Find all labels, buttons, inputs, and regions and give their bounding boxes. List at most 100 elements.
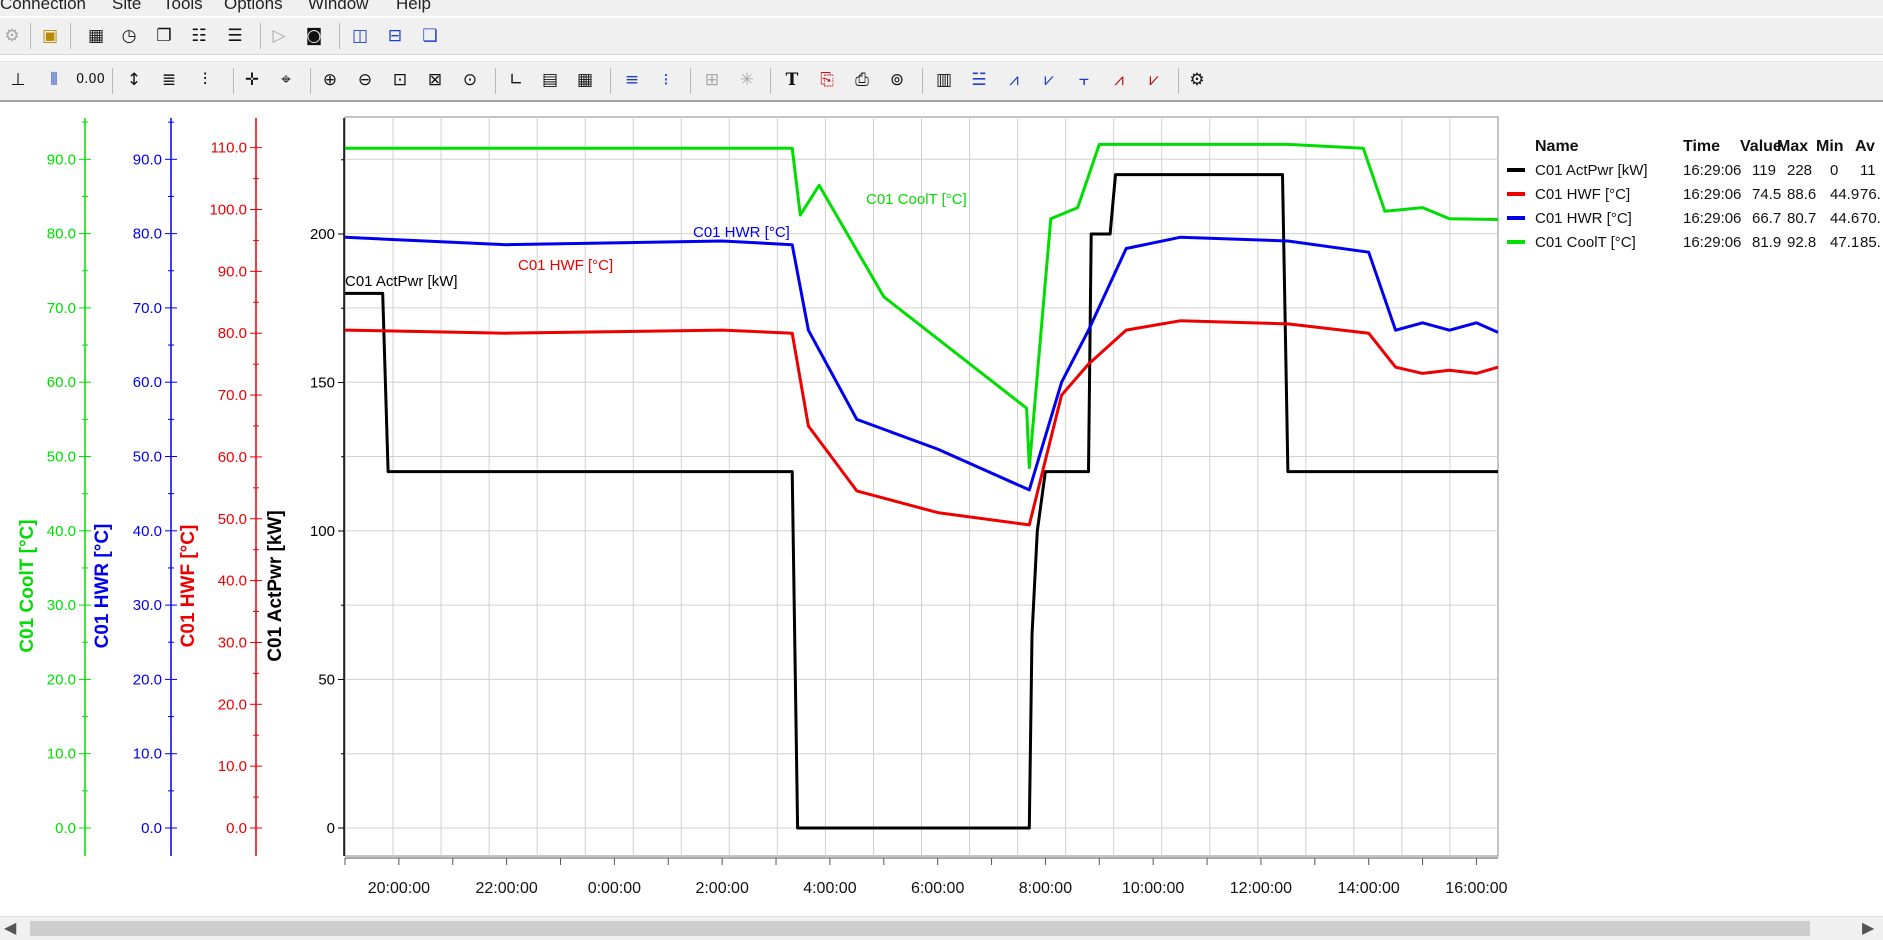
play-icon[interactable]: ▷ — [267, 24, 291, 48]
y-tick-label: 30.0 — [218, 634, 247, 651]
list-numbered-icon[interactable]: ☱ — [967, 68, 991, 92]
y-axis-1: 0.0 10.0 20.0 30.0 40.0 50.0 60.0 70.0 80.0 90.0 — [133, 118, 177, 856]
y-tick-label: 10.0 — [218, 758, 247, 775]
menu-window[interactable]: Window — [308, 0, 368, 14]
legend-time: 16:29:06 — [1683, 234, 1741, 251]
chart-type-1-icon[interactable]: ⩘ — [1002, 68, 1026, 92]
menu-tools[interactable]: Tools — [163, 0, 203, 14]
scroll-thumb[interactable] — [30, 921, 1810, 936]
legend-value: 119 — [1752, 162, 1776, 179]
horizontal-scrollbar[interactable]: ◀ ▶ — [0, 916, 1883, 940]
asterisk-disabled-icon[interactable]: ✳ — [735, 68, 759, 92]
export-icon[interactable]: ⎘ — [815, 68, 839, 92]
legend-header: Value — [1740, 138, 1782, 155]
scroll-left-icon[interactable]: ◀ — [4, 918, 16, 937]
pan-icon[interactable]: ✛ — [240, 68, 264, 92]
legend-max: 228 — [1787, 162, 1812, 179]
y-tick-label: 80.0 — [47, 226, 76, 243]
points-icon[interactable]: ⁝ — [654, 68, 678, 92]
scroll-right-icon[interactable]: ▶ — [1862, 918, 1874, 937]
y-tick-label: 50.0 — [133, 449, 162, 466]
calendar-icon[interactable]: ▦ — [84, 24, 108, 48]
stack-icon[interactable]: ⫶ — [193, 68, 217, 92]
open-folder-icon[interactable]: ▣ — [38, 24, 62, 48]
y-tick-label: 70.0 — [47, 300, 76, 317]
y-tick-label: 20.0 — [218, 696, 247, 713]
toolbar-separator — [233, 68, 234, 94]
clock-icon[interactable]: ◷ — [117, 24, 141, 48]
y-tick-label: 20.0 — [47, 671, 76, 688]
zoom-out-icon[interactable]: ⊖ — [353, 68, 377, 92]
axes-corner-icon[interactable]: ∟ — [504, 68, 528, 92]
marker-disabled-icon[interactable]: ⊞ — [700, 68, 724, 92]
toolbar-separator — [70, 23, 71, 49]
list-window-icon[interactable]: ☰ — [223, 24, 247, 48]
chart-type-4-icon[interactable]: ⩘ — [1107, 68, 1131, 92]
chart-type-3-icon[interactable]: ⫟ — [1072, 68, 1096, 92]
menu-help[interactable]: Help — [396, 0, 431, 14]
grid-dark-icon[interactable]: ▦ — [573, 68, 597, 92]
properties-icon[interactable]: ⚙ — [1185, 68, 1209, 92]
print-preview-icon[interactable]: ⊚ — [885, 68, 909, 92]
axis-multi-icon[interactable]: ⦀ — [42, 68, 66, 92]
zoom-fit-icon[interactable]: ⊠ — [423, 68, 447, 92]
axis-x-icon[interactable]: ⊥ — [6, 68, 30, 92]
zoom-box-icon[interactable]: ⊡ — [388, 68, 412, 92]
chart-type-5-icon[interactable]: ⩗ — [1142, 68, 1166, 92]
legend-name: C01 CoolT [°C] — [1535, 234, 1636, 251]
y-tick-label: 40.0 — [133, 523, 162, 540]
legend-header: Min — [1816, 138, 1844, 155]
trend-chart[interactable]: 0.010.020.030.040.050.060.070.080.090.0C… — [0, 100, 1883, 915]
legend-av: 70. — [1860, 210, 1881, 227]
lines-icon[interactable]: ≡ — [620, 68, 644, 92]
main-toolbar: ⚙ ▣ ▦ ◷ ❐ ☷ ☰ ▷ ◙ ◫ ⊟ ❏ — [0, 18, 1883, 55]
y-tick-label: 30.0 — [47, 597, 76, 614]
x-tick-label: 20:00:00 — [368, 880, 430, 897]
legend-name: C01 HWR [°C] — [1535, 210, 1632, 227]
zoom-in-icon[interactable]: ⊕ — [318, 68, 342, 92]
y-tick-label: 50 — [318, 672, 335, 689]
menu-site[interactable]: Site — [112, 0, 141, 14]
series-label: C01 ActPwr [kW] — [345, 273, 458, 290]
legend-av: 85. — [1860, 234, 1881, 251]
pan-zoom-icon[interactable]: ⌖ — [274, 68, 298, 92]
legend-max: 92.8 — [1787, 234, 1816, 251]
toolbar-separator — [610, 68, 611, 94]
stop-icon[interactable]: ◙ — [302, 24, 326, 48]
zoom-area-icon[interactable]: ⊙ — [458, 68, 482, 92]
cursor-icon[interactable]: ↕ — [122, 68, 146, 92]
table-icon[interactable]: ▥ — [932, 68, 956, 92]
legend-value: 66.7 — [1752, 210, 1781, 227]
toolbar-separator — [770, 68, 771, 94]
grid-light-icon[interactable]: ▤ — [538, 68, 562, 92]
y-axis-2: 0.0 10.0 20.0 30.0 40.0 50.0 60.0 70.0 80.0 90.0 1… — [209, 118, 262, 856]
toolbar-separator — [260, 23, 261, 49]
cascade-icon[interactable]: ❏ — [418, 24, 442, 48]
tile-vertical-icon[interactable]: ◫ — [348, 24, 372, 48]
plug-icon[interactable]: ⚙ — [0, 24, 24, 48]
y-tick-label: 0 — [327, 820, 335, 837]
y-tick-label: 40.0 — [218, 573, 247, 590]
print-icon[interactable]: ⎙ — [850, 68, 874, 92]
y-tick-label: 150 — [310, 375, 335, 392]
copy-pages-icon[interactable]: ❐ — [152, 24, 176, 48]
menu-connection[interactable]: Connection — [0, 0, 86, 14]
legend-time: 16:29:06 — [1683, 162, 1741, 179]
tile-horizontal-icon[interactable]: ⊟ — [383, 24, 407, 48]
text-tool-icon[interactable]: T — [780, 68, 804, 92]
digits-icon[interactable]: 0.00 — [76, 68, 105, 92]
menu-bar: Connection Site Tools Options Window Hel… — [0, 0, 1883, 16]
y-tick-label: 80.0 — [133, 226, 162, 243]
align-icon[interactable]: ≣ — [157, 68, 181, 92]
legend-time: 16:29:06 — [1683, 186, 1741, 203]
y-tick-label: 60.0 — [218, 449, 247, 466]
legend-value: 81.9 — [1752, 234, 1781, 251]
chart-type-2-icon[interactable]: ⩗ — [1037, 68, 1061, 92]
x-tick-label: 16:00:00 — [1445, 880, 1507, 897]
menu-options[interactable]: Options — [224, 0, 283, 14]
legend-min: 47.1 — [1830, 234, 1859, 251]
y-tick-label: 110.0 — [211, 140, 247, 157]
trend-window-icon[interactable]: ☷ — [187, 24, 211, 48]
series-label: C01 HWR [°C] — [693, 224, 790, 241]
toolbar-separator — [30, 23, 31, 49]
